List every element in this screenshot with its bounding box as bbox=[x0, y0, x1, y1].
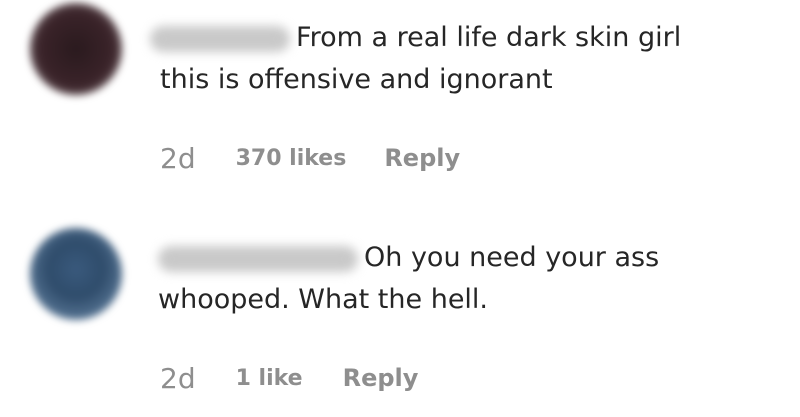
comment-meta: 2d 1 like Reply bbox=[160, 360, 418, 396]
likes-count[interactable]: 1 like bbox=[236, 366, 303, 391]
comment-meta: 2d 370 likes Reply bbox=[160, 140, 460, 176]
comment-text-line: whooped. What the hell. bbox=[158, 284, 489, 315]
username-redacted[interactable] bbox=[150, 25, 290, 52]
comment-text-line: this is offensive and ignorant bbox=[160, 64, 553, 95]
comment-timestamp: 2d bbox=[160, 361, 196, 395]
likes-count[interactable]: 370 likes bbox=[236, 146, 347, 171]
comment-text-start: From a real life dark skin girl bbox=[296, 22, 682, 53]
comment-text-start: Oh you need your ass bbox=[364, 242, 660, 273]
username-redacted[interactable] bbox=[158, 245, 358, 272]
reply-button[interactable]: Reply bbox=[384, 144, 460, 172]
reply-button[interactable]: Reply bbox=[343, 364, 419, 392]
avatar[interactable] bbox=[30, 3, 122, 95]
comment-text-line: From a real life dark skin girl bbox=[150, 20, 681, 56]
comment-timestamp: 2d bbox=[160, 141, 196, 175]
avatar[interactable] bbox=[30, 228, 122, 320]
comment-text-line: Oh you need your ass bbox=[158, 240, 659, 276]
